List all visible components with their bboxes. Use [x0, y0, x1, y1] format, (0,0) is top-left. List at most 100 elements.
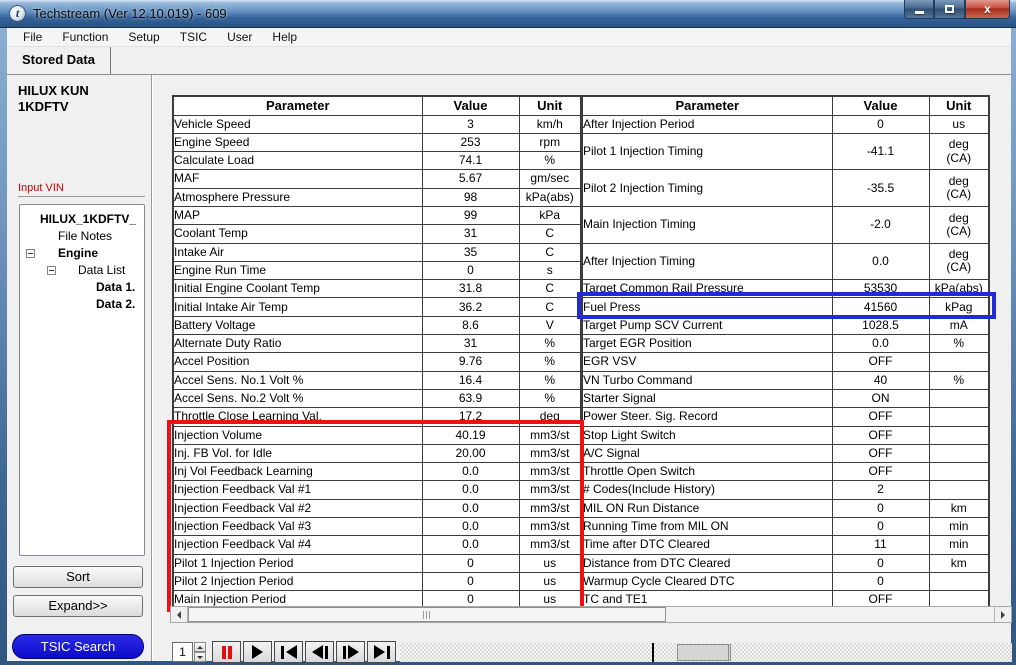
table-row[interactable]: VN Turbo Command 40%: [581, 370, 990, 390]
tree-item[interactable]: Data 2.: [20, 296, 144, 313]
table-row[interactable]: Accel Position 9.76%: [172, 352, 582, 372]
table-row[interactable]: Injection Feedback Val #3 0.0 mm3/st: [172, 517, 582, 537]
title-bar: t Techstream (Ver 12.10.019) - 609 x: [0, 0, 1016, 28]
table-row[interactable]: EGR VSV OFF: [581, 352, 990, 372]
app-icon: t: [9, 5, 26, 22]
scroll-left-button[interactable]: [171, 607, 188, 622]
table-row[interactable]: Running Time from MIL ON 0 min: [581, 517, 990, 537]
timeline-thumb[interactable]: [677, 644, 731, 661]
param-cell: VN Turbo Command: [581, 370, 833, 390]
menu-file[interactable]: File: [13, 30, 52, 44]
param-cell: A/C Signal: [581, 443, 833, 464]
table-row[interactable]: Coolant Temp 31 C: [172, 224, 582, 244]
play-button[interactable]: [243, 641, 272, 663]
tree-item[interactable]: Data 1.: [20, 279, 144, 296]
table-row[interactable]: Pilot 1 Injection Period 0 us: [172, 553, 582, 573]
skip-to-end-button[interactable]: [367, 641, 396, 663]
table-row[interactable]: Accel Sens. No.1 Volt % 16.4%: [172, 370, 582, 390]
playback-timeline[interactable]: [400, 643, 1012, 662]
param-cell: Throttle Open Switch: [581, 462, 833, 482]
table-row[interactable]: Initial Intake Air Temp 36.2 C: [172, 297, 582, 317]
table-row[interactable]: Target Common Rail Pressure 53530 kPa(abs): [581, 279, 990, 299]
tree-item[interactable]: File Notes: [20, 228, 144, 245]
horizontal-scrollbar[interactable]: [170, 606, 1012, 623]
table-row[interactable]: Accel Sens. No.2 Volt % 63.9%: [172, 388, 582, 409]
table-row[interactable]: Intake Air 35 C: [172, 242, 582, 262]
param-cell: Injection Feedback Val #2: [172, 498, 423, 519]
table-row[interactable]: A/C Signal OFF: [581, 443, 990, 464]
table-row[interactable]: Throttle Close Learning Val. 17.2 deg: [172, 407, 582, 427]
table-row[interactable]: Engine Speed 253 rpm: [172, 132, 582, 153]
unit-cell: s: [518, 260, 582, 281]
menu-setup[interactable]: Setup: [118, 30, 169, 44]
table-row[interactable]: Stop Light Switch OFF: [581, 425, 990, 445]
step-forward-button[interactable]: [336, 641, 365, 663]
table-row[interactable]: MAF 5.67 gm/sec: [172, 169, 582, 189]
sort-button[interactable]: Sort: [13, 566, 143, 588]
table-row[interactable]: Time after DTC Cleared 11 min: [581, 535, 990, 555]
table-row[interactable]: Injection Feedback Val #4 0.0 mm3/st: [172, 535, 582, 555]
table-row[interactable]: Main Injection Timing -2.0 deg (CA): [581, 205, 990, 244]
scroll-right-button[interactable]: [994, 607, 1011, 622]
skip-to-start-button[interactable]: [274, 641, 303, 663]
table-row[interactable]: After Injection Period 0 us: [581, 114, 990, 134]
table-row[interactable]: # Codes(Include History) 2: [581, 480, 990, 500]
close-icon: x: [984, 2, 991, 16]
spinner-up-button[interactable]: [194, 642, 206, 652]
table-row[interactable]: Vehicle Speed 3 km/h: [172, 114, 582, 134]
param-cell: # Codes(Include History): [581, 480, 833, 500]
menu-function[interactable]: Function: [52, 30, 118, 44]
table-row[interactable]: Injection Volume 40.19 mm3/st: [172, 425, 582, 445]
table-row[interactable]: Calculate Load 74.1%: [172, 151, 582, 171]
table-row[interactable]: Target Pump SCV Current 1028.5 mA: [581, 315, 990, 336]
table-row[interactable]: Inj Vol Feedback Learning 0.0 mm3/st: [172, 462, 582, 482]
table-row[interactable]: Pilot 2 Injection Period 0 us: [172, 571, 582, 592]
step-back-button[interactable]: [305, 641, 334, 663]
table-row[interactable]: Engine Run Time 0 s: [172, 260, 582, 281]
table-row[interactable]: Pilot 2 Injection Timing -35.5 deg (CA): [581, 169, 990, 207]
maximize-button[interactable]: [934, 0, 965, 19]
techstream-window: t Techstream (Ver 12.10.019) - 609 x Fil…: [0, 0, 1016, 665]
expand-button[interactable]: Expand>>: [13, 595, 143, 617]
menu-help[interactable]: Help: [262, 30, 307, 44]
collapse-icon[interactable]: [47, 266, 56, 275]
step-forward-icon: [342, 645, 346, 659]
table-row[interactable]: Distance from DTC Cleared 0 km: [581, 553, 990, 573]
param-cell: After Injection Period: [581, 114, 833, 134]
table-row[interactable]: Power Steer. Sig. Record OFF: [581, 407, 990, 427]
table-row[interactable]: Fuel Press 41560 kPag: [581, 297, 990, 317]
value-cell: 20.00: [421, 443, 520, 464]
tree-item[interactable]: Data List: [20, 262, 144, 279]
tree-item[interactable]: HILUX_1KDFTV_: [20, 211, 144, 228]
param-cell: Accel Sens. No.2 Volt %: [172, 388, 423, 409]
scrollbar-thumb[interactable]: [188, 607, 666, 622]
collapse-icon[interactable]: [26, 249, 35, 258]
param-cell: Injection Feedback Val #3: [172, 517, 423, 537]
param-cell: Starter Signal: [581, 388, 833, 409]
table-row[interactable]: Atmosphere Pressure 98 kPa(abs): [172, 187, 582, 207]
table-row[interactable]: MAP 99 kPa: [172, 205, 582, 226]
table-row[interactable]: Initial Engine Coolant Temp 31.8 C: [172, 279, 582, 299]
close-button[interactable]: x: [965, 0, 1010, 19]
table-row[interactable]: Battery Voltage 8.6 V: [172, 315, 582, 336]
table-row[interactable]: Target EGR Position 0.0%: [581, 334, 990, 354]
frame-number-field[interactable]: 1: [172, 642, 193, 662]
tree-item[interactable]: Engine: [20, 245, 144, 262]
tsic-search-button[interactable]: TSIC Search: [12, 634, 144, 659]
menu-user[interactable]: User: [217, 30, 262, 44]
table-row[interactable]: Injection Feedback Val #1 0.0 mm3/st: [172, 480, 582, 500]
tab-stored-data[interactable]: Stored Data: [7, 47, 111, 74]
table-row[interactable]: Pilot 1 Injection Timing -41.1 deg (CA): [581, 132, 990, 171]
table-row[interactable]: Starter Signal ON: [581, 388, 990, 409]
table-row[interactable]: Throttle Open Switch OFF: [581, 462, 990, 482]
pause-button[interactable]: [212, 641, 241, 663]
menu-tsic[interactable]: TSIC: [170, 30, 217, 44]
table-row[interactable]: Injection Feedback Val #2 0.0 mm3/st: [172, 498, 582, 519]
table-row[interactable]: After Injection Timing 0.0 deg (CA): [581, 242, 990, 281]
table-row[interactable]: Warmup Cycle Cleared DTC 0: [581, 571, 990, 592]
spinner-down-button[interactable]: [194, 652, 206, 662]
table-row[interactable]: Inj. FB Vol. for Idle 20.00 mm3/st: [172, 443, 582, 464]
minimize-button[interactable]: [904, 0, 934, 19]
table-row[interactable]: Alternate Duty Ratio 31%: [172, 334, 582, 354]
table-row[interactable]: MIL ON Run Distance 0 km: [581, 498, 990, 519]
